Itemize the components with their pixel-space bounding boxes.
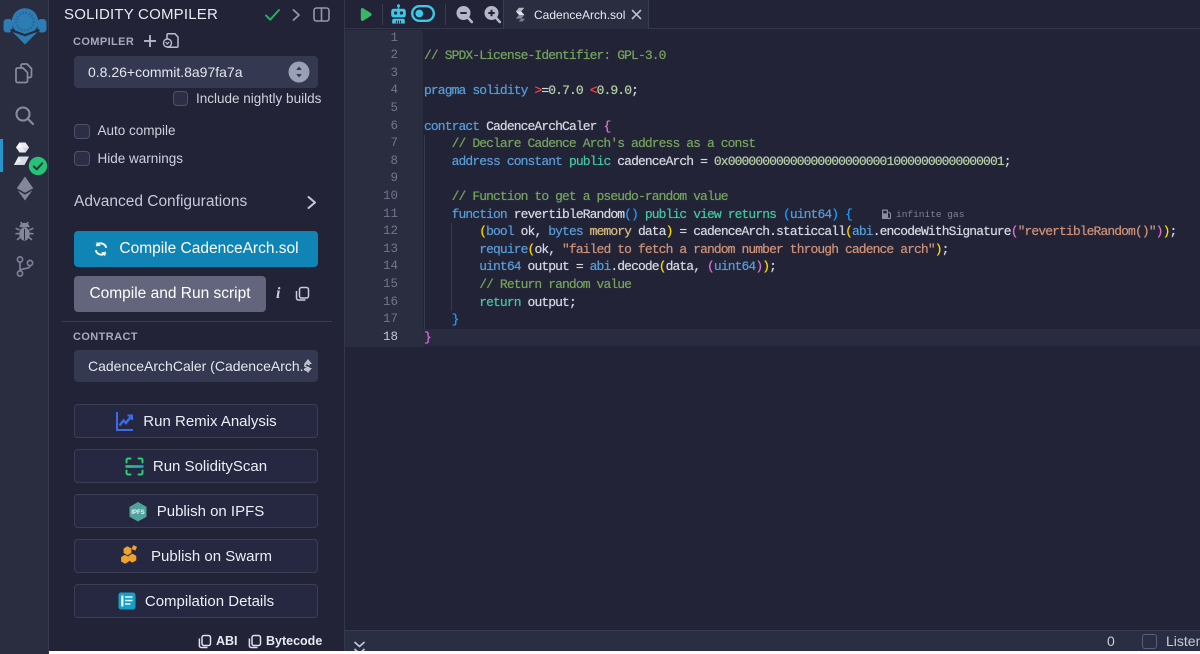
svg-text:IPFS: IPFS — [131, 510, 144, 516]
